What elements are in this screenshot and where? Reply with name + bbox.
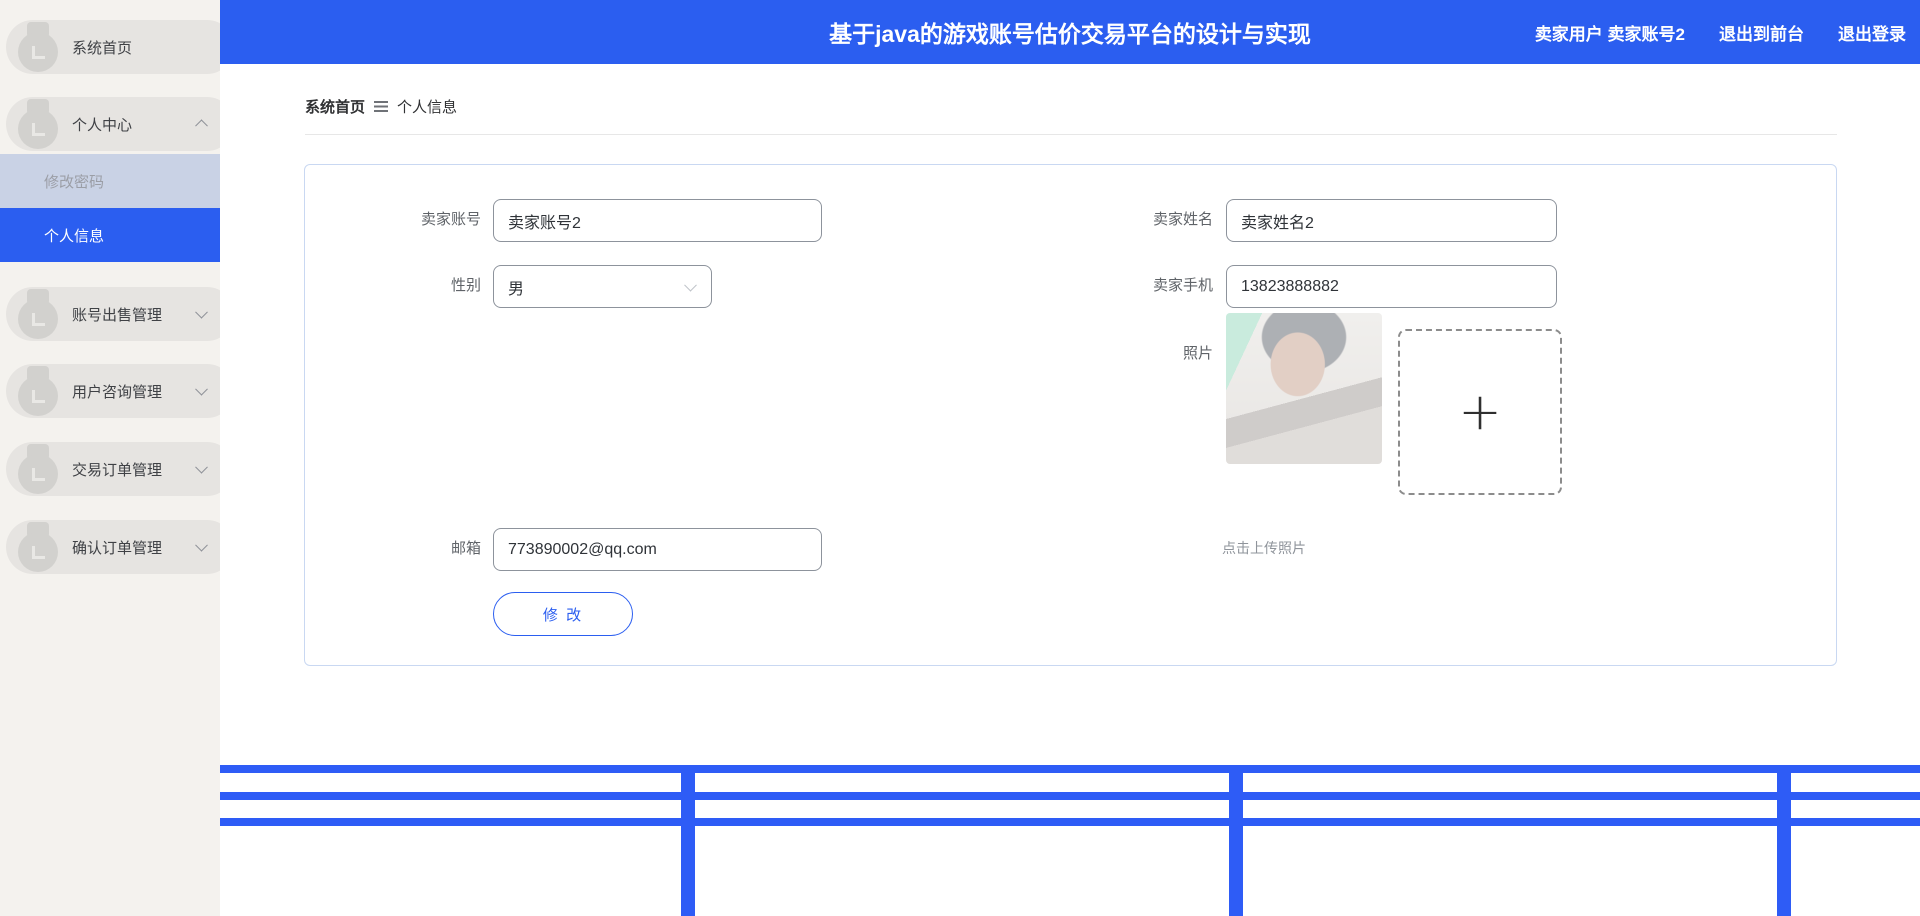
sidebar-item-label: 个人中心: [72, 116, 133, 134]
placeholder-image-icon: [18, 289, 58, 339]
chevron-down-icon: [195, 305, 208, 319]
grid-line-horizontal: [220, 818, 1920, 826]
chevron-down-icon: [684, 278, 697, 292]
submenu-item-change-password[interactable]: 修改密码: [0, 154, 220, 208]
chevron-down-icon: [195, 538, 208, 552]
sidebar-item-personal-center[interactable]: 个人中心: [6, 97, 220, 151]
placeholder-image-icon: [18, 522, 58, 572]
phone-input[interactable]: [1226, 265, 1557, 308]
placeholder-image-icon: [18, 366, 58, 416]
sidebar-item-label: 账号出售管理: [72, 306, 163, 324]
sidebar-item-label: 用户咨询管理: [72, 383, 163, 401]
chevron-down-icon: [195, 460, 208, 474]
placeholder-image-icon: [18, 99, 58, 149]
header: 基于java的游戏账号估价交易平台的设计与实现 卖家用户 卖家账号2 退出到前台…: [220, 0, 1920, 64]
sidebar-item-label: 交易订单管理: [72, 461, 163, 479]
placeholder-image-icon: [18, 444, 58, 494]
placeholder-image-icon: [18, 22, 58, 72]
sidebar: 系统首页 个人中心 修改密码 个人信息 账号出售管理 用户咨询管理 交易订单管理…: [0, 0, 220, 916]
account-input[interactable]: [493, 199, 822, 242]
breadcrumb-divider: [305, 134, 1837, 135]
account-label: 卖家账号: [420, 211, 481, 228]
plus-icon: +: [1458, 382, 1502, 442]
name-label: 卖家姓名: [1152, 211, 1213, 228]
grid-line-horizontal: [220, 792, 1920, 800]
grid-line-vertical: [1777, 765, 1791, 916]
email-label: 邮箱: [450, 540, 481, 557]
upload-hint: 点击上传照片: [1222, 540, 1306, 556]
logout-link[interactable]: 退出登录: [1838, 20, 1906, 45]
menu-lines-icon: [374, 100, 389, 112]
sidebar-item-trade-orders[interactable]: 交易订单管理: [6, 442, 220, 496]
sidebar-item-confirm-orders[interactable]: 确认订单管理: [6, 520, 220, 574]
gender-select[interactable]: 男: [493, 265, 712, 308]
photo-label: 照片: [1182, 345, 1213, 362]
name-input[interactable]: [1226, 199, 1557, 242]
chevron-down-icon: [195, 382, 208, 396]
chevron-up-icon: [195, 119, 208, 133]
sidebar-item-user-consult[interactable]: 用户咨询管理: [6, 364, 220, 418]
gender-label: 性别: [450, 277, 481, 294]
grid-line-vertical: [681, 765, 695, 916]
email-input[interactable]: [493, 528, 822, 571]
photo-upload-box[interactable]: +: [1398, 329, 1562, 495]
sidebar-item-home[interactable]: 系统首页: [6, 20, 220, 74]
breadcrumb: 系统首页 个人信息: [305, 95, 457, 117]
gender-selected-value: 男: [508, 280, 525, 298]
current-user-label: 卖家用户 卖家账号2: [1534, 24, 1685, 44]
profile-photo[interactable]: [1226, 313, 1382, 464]
modify-button[interactable]: 修 改: [493, 592, 633, 636]
profile-form-card: 卖家账号 卖家姓名 性别 男 卖家手机 照片 + 点击上传照片 邮箱 修 改: [304, 164, 1837, 666]
breadcrumb-root[interactable]: 系统首页: [305, 96, 365, 117]
grid-line-horizontal: [220, 765, 1920, 773]
sidebar-item-label: 确认订单管理: [72, 539, 163, 557]
submenu-item-label: 个人信息: [44, 227, 105, 245]
grid-line-vertical: [1229, 765, 1243, 916]
breadcrumb-current: 个人信息: [397, 98, 458, 116]
header-actions: 卖家用户 卖家账号2 退出到前台 退出登录: [1535, 0, 1906, 64]
submenu-item-personal-info[interactable]: 个人信息: [0, 208, 220, 262]
sidebar-item-label: 系统首页: [72, 39, 133, 57]
sidebar-item-account-sale[interactable]: 账号出售管理: [6, 287, 220, 341]
phone-label: 卖家手机: [1152, 277, 1213, 294]
exit-to-front-link[interactable]: 退出到前台: [1719, 20, 1804, 45]
submenu-item-label: 修改密码: [44, 173, 105, 191]
page-title: 基于java的游戏账号估价交易平台的设计与实现: [829, 21, 1311, 47]
